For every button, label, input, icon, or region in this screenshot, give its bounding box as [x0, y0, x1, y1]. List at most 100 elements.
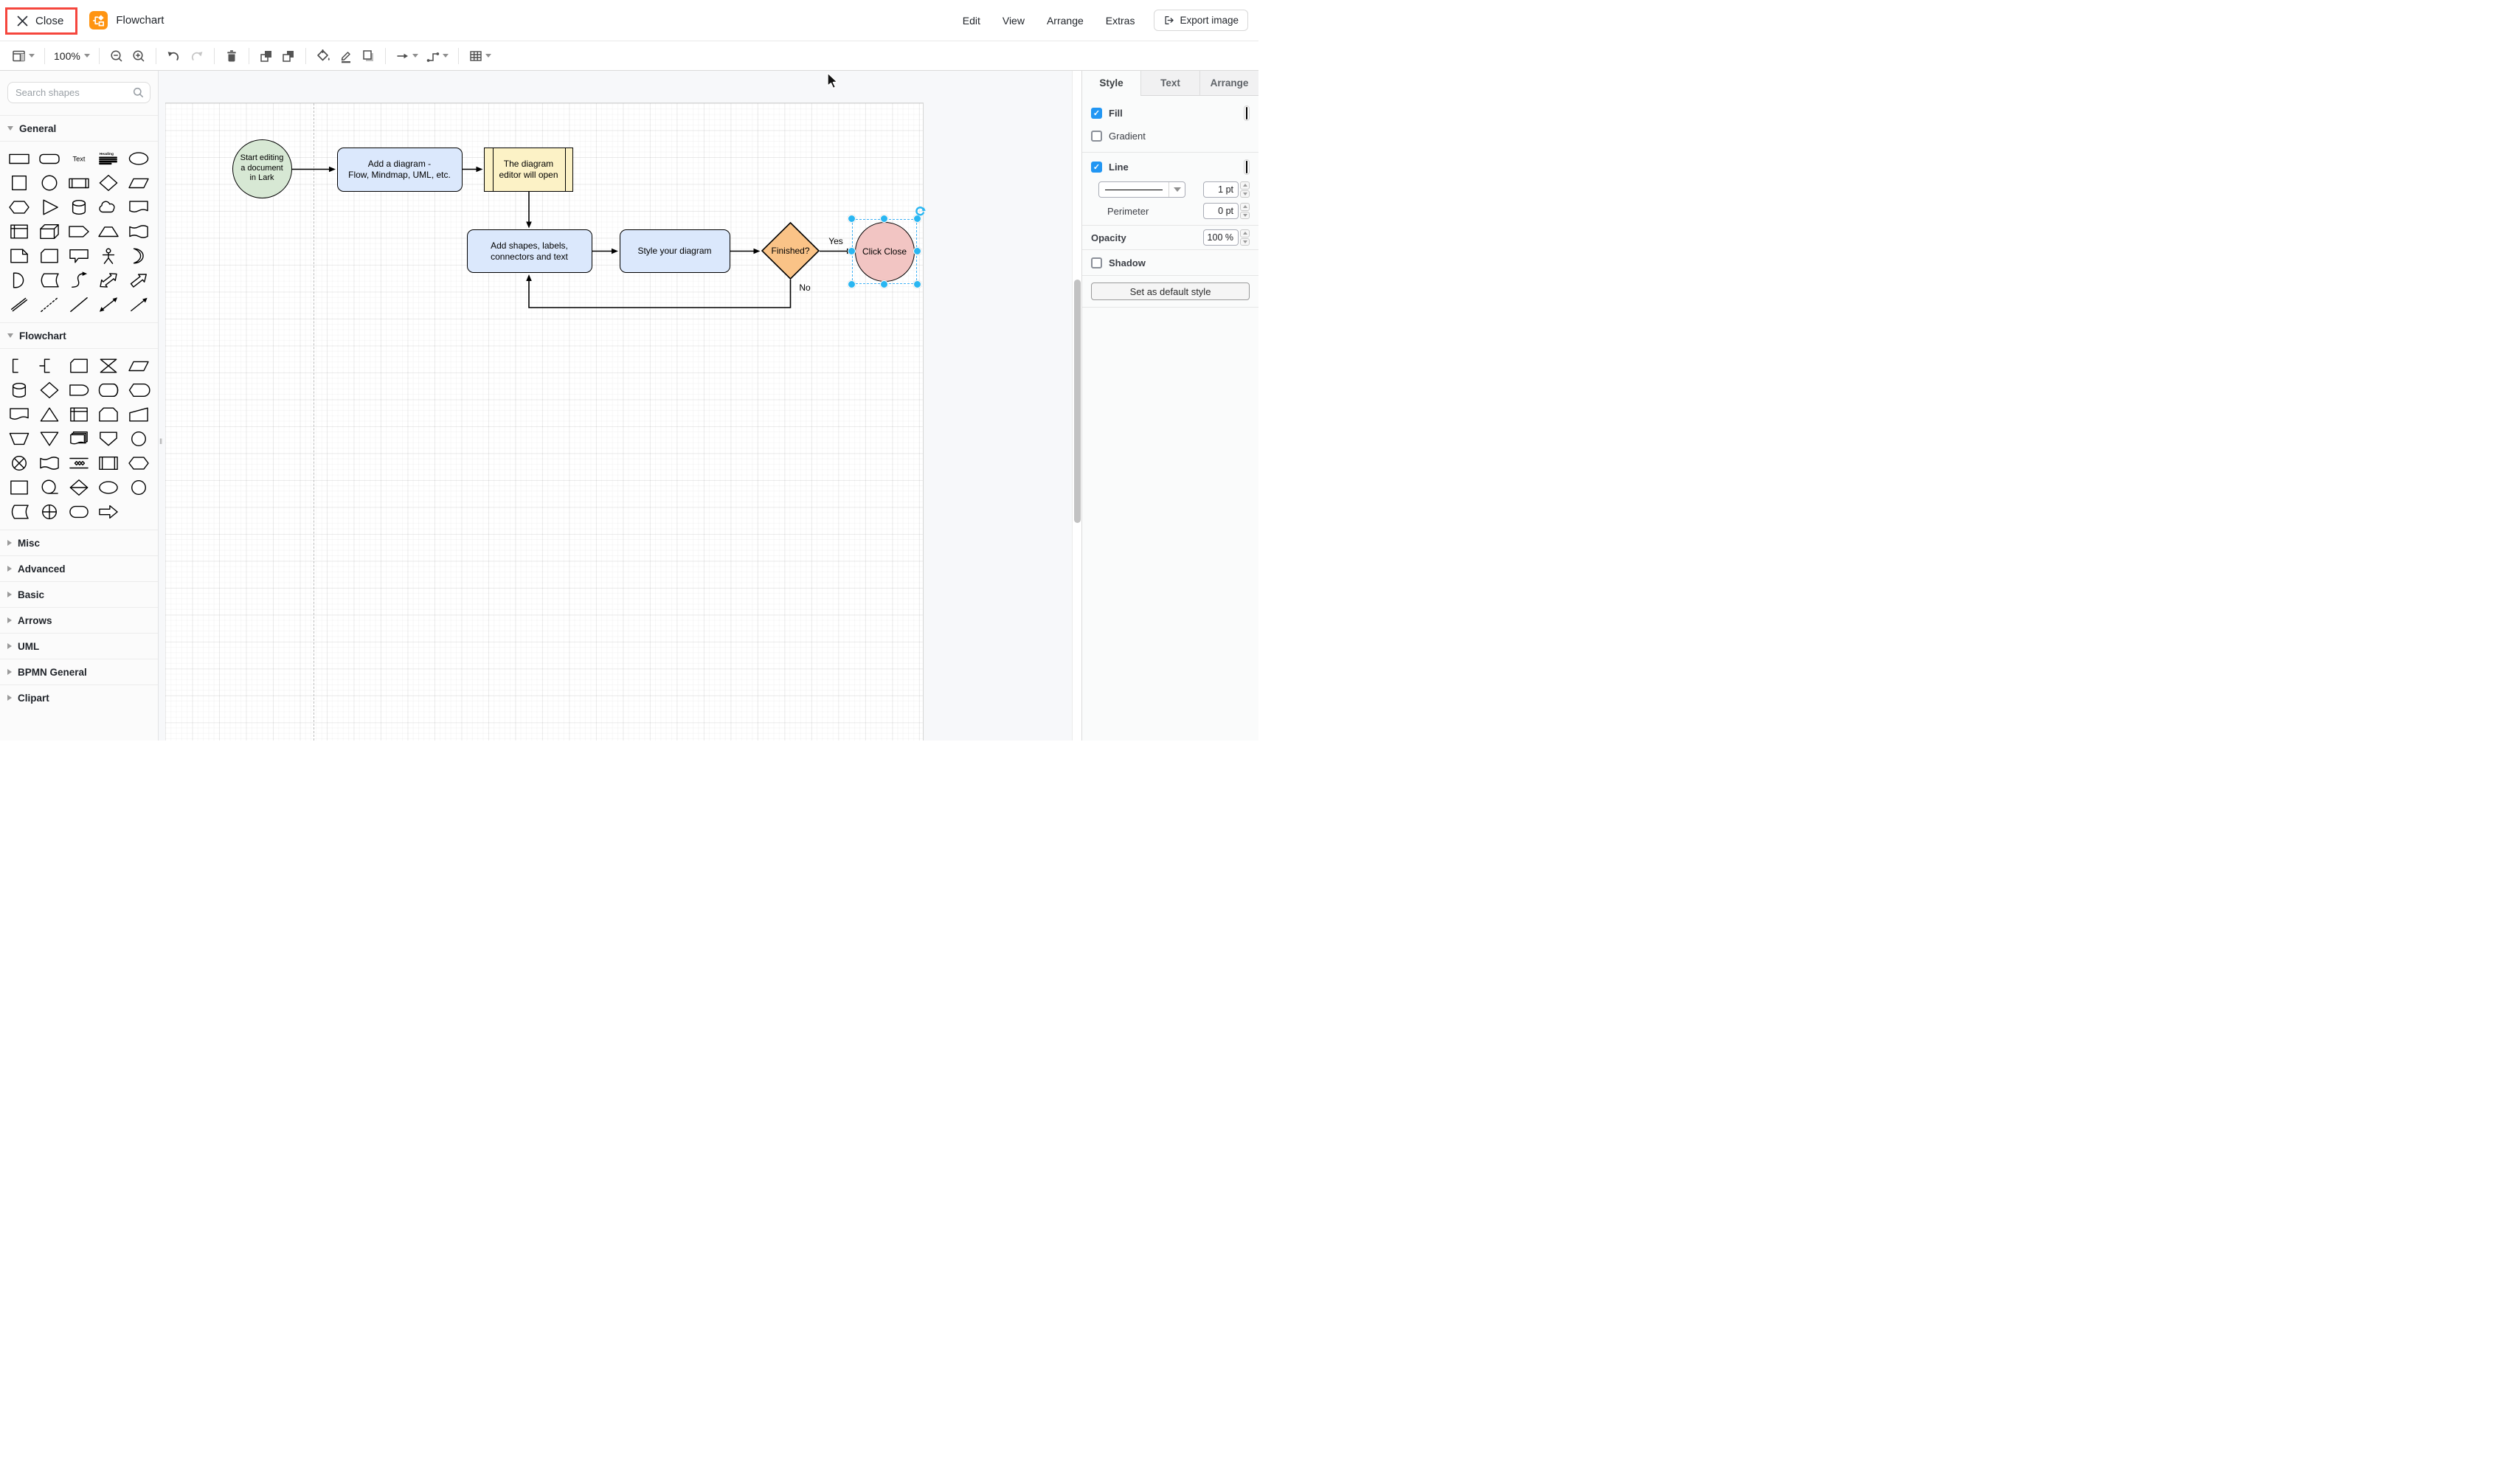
shape-process[interactable]: [64, 170, 94, 195]
line-checkbox[interactable]: ✓: [1091, 161, 1102, 173]
shape-tape[interactable]: [124, 219, 153, 243]
shape-triangle[interactable]: [34, 195, 63, 219]
shape-internal-storage[interactable]: [64, 402, 94, 426]
drawing-page[interactable]: [165, 102, 924, 741]
undo-button[interactable]: [162, 46, 185, 66]
opacity-up-button[interactable]: [1240, 229, 1250, 237]
shape-sequential-access[interactable]: [34, 475, 63, 499]
shape-terminator[interactable]: [64, 499, 94, 524]
search-shapes-input[interactable]: [7, 82, 150, 103]
node-click-close[interactable]: Click Close: [854, 221, 915, 282]
shape-cube[interactable]: [34, 219, 63, 243]
perimeter-down-button[interactable]: [1240, 211, 1250, 219]
tab-text[interactable]: Text: [1140, 71, 1199, 96]
shape-preparation[interactable]: [124, 451, 153, 475]
zoom-in-button[interactable]: [128, 46, 150, 66]
shape-paper-tape[interactable]: [34, 451, 63, 475]
shape-manual-input[interactable]: [124, 402, 153, 426]
shape-loop-limit[interactable]: [94, 402, 123, 426]
zoom-out-button[interactable]: [105, 46, 128, 66]
shape-direct-access-storage[interactable]: [94, 378, 123, 402]
selection-handle[interactable]: [848, 280, 856, 288]
tab-style[interactable]: Style: [1082, 71, 1140, 96]
shape-cloud[interactable]: [94, 195, 123, 219]
shape-process-sq[interactable]: [4, 475, 34, 499]
fill-color-swatch[interactable]: [1244, 105, 1250, 121]
fill-color-button[interactable]: [312, 46, 335, 66]
shape-arrow[interactable]: [124, 268, 153, 292]
shadow-button[interactable]: [357, 46, 379, 66]
sidebar-section-advanced[interactable]: Advanced: [0, 555, 158, 581]
shape-merge[interactable]: [34, 426, 63, 451]
shape-multi-document[interactable]: [64, 426, 94, 451]
sidebar-section-basic[interactable]: Basic: [0, 581, 158, 607]
gradient-checkbox[interactable]: [1091, 130, 1102, 142]
shape-internal-storage[interactable]: [4, 219, 34, 243]
opacity-down-button[interactable]: [1240, 237, 1250, 246]
line-width-input[interactable]: [1203, 181, 1239, 198]
sidebar-resize-handle[interactable]: ‖: [159, 437, 164, 448]
selection-handle[interactable]: [913, 280, 921, 288]
shape-note[interactable]: [4, 243, 34, 268]
menu-extras[interactable]: Extras: [1106, 15, 1135, 27]
perimeter-input[interactable]: [1203, 203, 1239, 219]
line-color-button[interactable]: [335, 46, 357, 66]
line-color-swatch[interactable]: [1244, 159, 1250, 175]
shape-line[interactable]: [64, 292, 94, 316]
connection-style-button[interactable]: [392, 46, 422, 66]
sidebar-section-clipart[interactable]: Clipart: [0, 684, 158, 710]
opacity-input[interactable]: [1203, 229, 1239, 246]
rotate-handle-icon[interactable]: [915, 206, 926, 221]
waypoints-button[interactable]: [422, 46, 452, 66]
shape-connector[interactable]: [124, 426, 153, 451]
shape-parallel-mode[interactable]: [64, 451, 94, 475]
shape-link[interactable]: [4, 292, 34, 316]
shape-heading[interactable]: Heading: [94, 146, 123, 170]
node-editor-open[interactable]: The diagram editor will open: [484, 147, 573, 192]
line-width-down-button[interactable]: [1240, 190, 1250, 198]
menu-view[interactable]: View: [1003, 15, 1025, 27]
shape-start-2[interactable]: [124, 475, 153, 499]
shape-decision[interactable]: [34, 378, 63, 402]
shape-manual-operation[interactable]: [4, 426, 34, 451]
canvas-scrollbar[interactable]: [1072, 71, 1081, 741]
scrollbar-thumb[interactable]: [1074, 280, 1081, 523]
shape-parallelogram[interactable]: [124, 170, 153, 195]
set-default-style-button[interactable]: Set as default style: [1091, 282, 1250, 300]
shape-callout[interactable]: [64, 243, 94, 268]
line-width-up-button[interactable]: [1240, 181, 1250, 190]
shape-annotation-1[interactable]: [4, 353, 34, 378]
shape-off-page-connector[interactable]: [94, 426, 123, 451]
shape-predefined-process[interactable]: [94, 451, 123, 475]
shape-extract[interactable]: [34, 402, 63, 426]
node-add-shapes[interactable]: Add shapes, labels, connectors and text: [466, 229, 592, 273]
zoom-dropdown[interactable]: 100%: [51, 46, 93, 66]
shape-card[interactable]: [34, 243, 63, 268]
shape-start-1[interactable]: [94, 475, 123, 499]
sidebar-section-general[interactable]: General: [0, 115, 158, 141]
sidebar-section-misc[interactable]: Misc: [0, 530, 158, 555]
shape-card[interactable]: [64, 353, 94, 378]
shape-curve[interactable]: [64, 268, 94, 292]
shadow-checkbox[interactable]: [1091, 257, 1102, 268]
shape-bidirectional-connector[interactable]: [94, 292, 123, 316]
line-style-dropdown[interactable]: [1098, 181, 1185, 198]
sidebar-section-arrows[interactable]: Arrows: [0, 607, 158, 633]
sidebar-section-uml[interactable]: UML: [0, 633, 158, 659]
grid-button[interactable]: [465, 46, 495, 66]
diagram-canvas[interactable]: Yes No Start editing a document in Lark Ad…: [159, 71, 1081, 741]
selection-handle[interactable]: [913, 247, 921, 256]
shape-or-junction[interactable]: [4, 451, 34, 475]
selection-handle[interactable]: [848, 215, 856, 223]
shape-square[interactable]: [4, 170, 34, 195]
shape-or[interactable]: [124, 243, 153, 268]
node-start[interactable]: Start editing a document in Lark: [232, 139, 292, 198]
shape-hexagon[interactable]: [4, 195, 34, 219]
shape-collate[interactable]: [94, 353, 123, 378]
shape-data[interactable]: [124, 353, 153, 378]
tab-arrange[interactable]: Arrange: [1199, 71, 1258, 96]
node-finished[interactable]: Finished?: [761, 222, 820, 280]
node-add-diagram[interactable]: Add a diagram - Flow, Mindmap, UML, etc.: [336, 147, 463, 192]
shape-stored-data[interactable]: [4, 499, 34, 524]
shape-actor[interactable]: [94, 243, 123, 268]
